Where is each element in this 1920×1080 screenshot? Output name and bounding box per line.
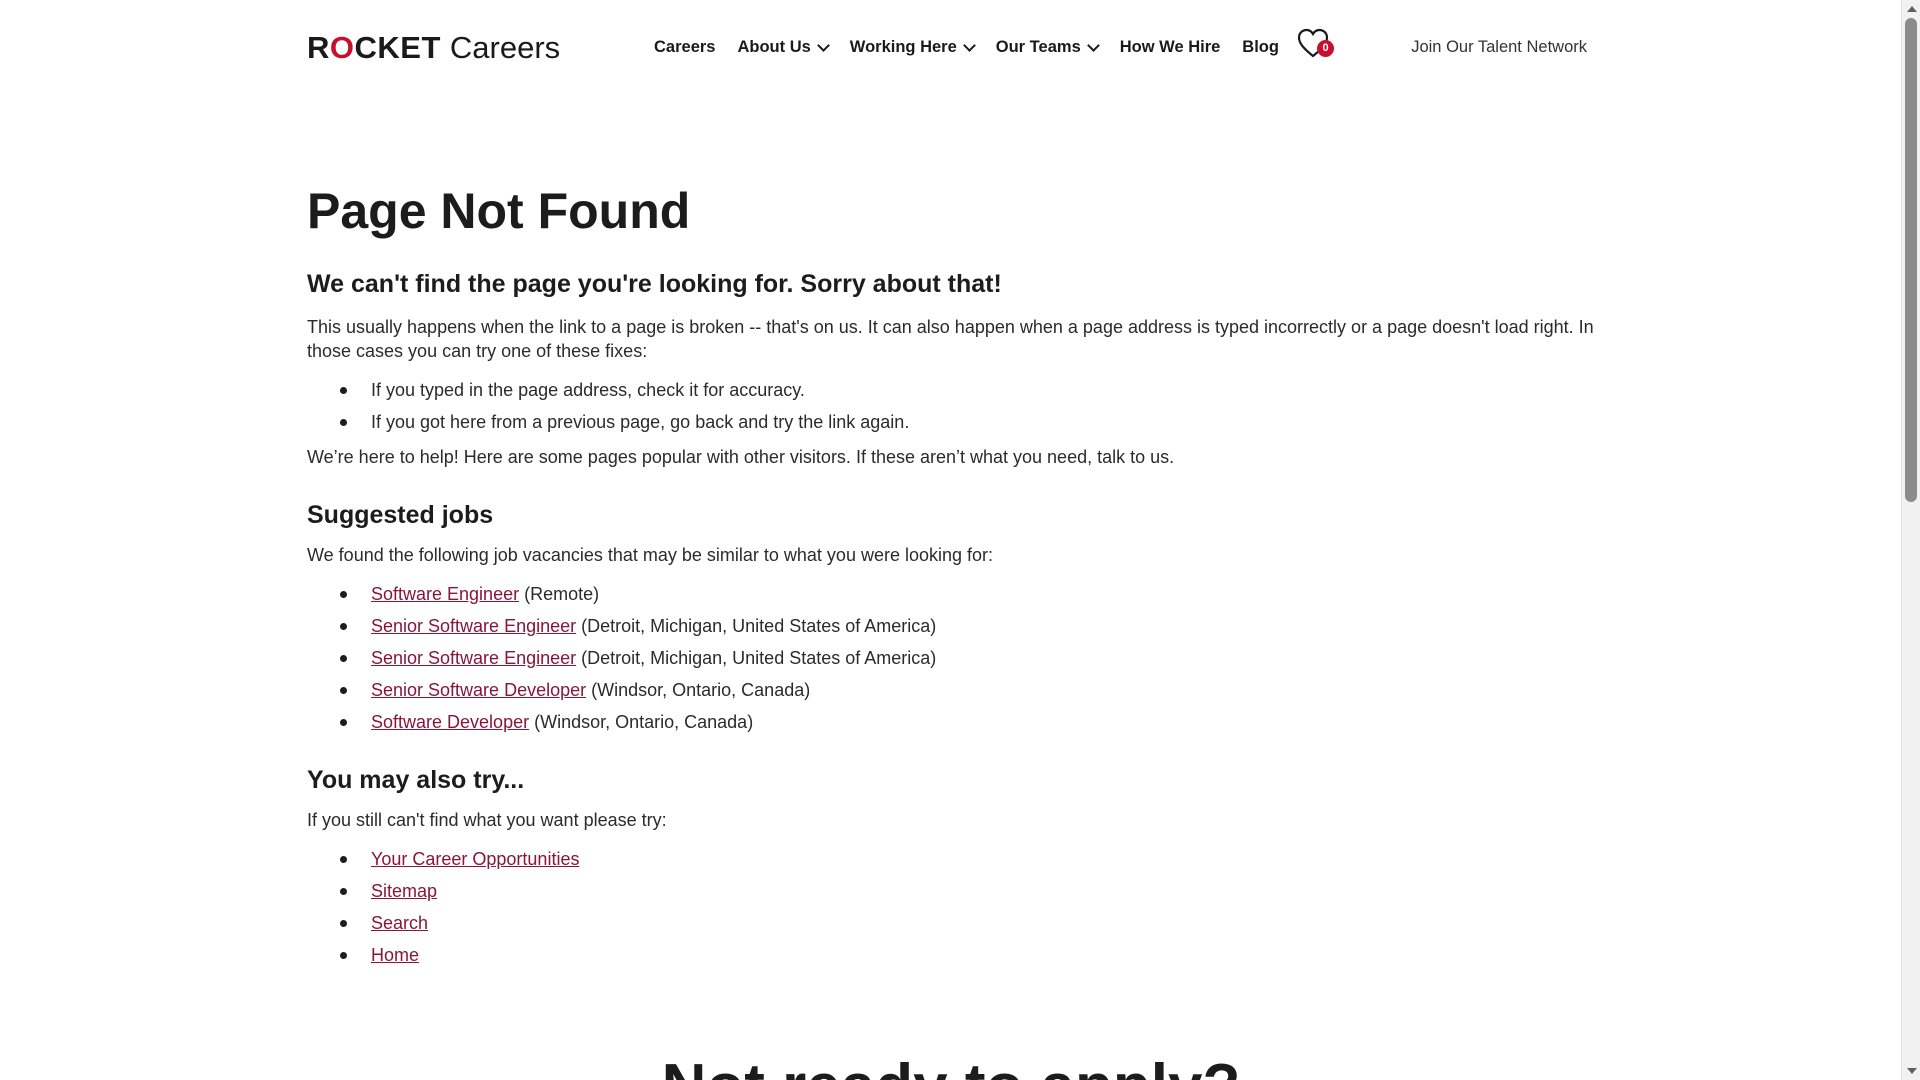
suggested-jobs-lead: We found the following job vacancies tha… <box>307 545 994 565</box>
job-link[interactable]: Software Engineer <box>371 584 519 604</box>
page-subtitle: We can't find the page you're looking fo… <box>307 270 1002 298</box>
join-talent-network-link[interactable]: Join Our Talent Network <box>1411 38 1587 57</box>
nav-careers[interactable]: Careers <box>654 38 715 57</box>
list-item: Sitemap <box>340 879 1597 903</box>
page-title: Page Not Found <box>307 183 691 239</box>
also-try-list: Your Career Opportunities Sitemap Search… <box>307 847 1597 967</box>
suggested-jobs-heading: Suggested jobs <box>307 501 494 529</box>
list-item: Senior Software Engineer (Detroit, Michi… <box>340 646 1597 670</box>
job-location: (Detroit, Michigan, United States of Ame… <box>576 616 937 636</box>
chevron-down-icon <box>816 38 830 52</box>
scrollbar-thumb[interactable] <box>1905 18 1917 502</box>
list-item: Software Developer (Windsor, Ontario, Ca… <box>340 710 1597 734</box>
home-link[interactable]: Home <box>371 945 419 965</box>
job-link[interactable]: Senior Software Engineer <box>371 616 576 636</box>
intro-text: This usually happens when the link to a … <box>307 317 1594 361</box>
nav-how-we-hire[interactable]: How We Hire <box>1120 38 1221 57</box>
job-link[interactable]: Senior Software Developer <box>371 680 586 700</box>
nav-working-here[interactable]: Working Here <box>850 38 976 57</box>
not-ready-heading: Not ready to apply? <box>0 1052 1902 1080</box>
chevron-down-icon <box>1086 38 1100 52</box>
sitemap-link[interactable]: Sitemap <box>371 881 437 901</box>
saved-jobs-count-badge: 0 <box>1317 40 1334 57</box>
also-try-heading: You may also try... <box>307 766 525 794</box>
suggested-jobs-list: Software Engineer (Remote) Senior Softwa… <box>307 582 1597 734</box>
scroll-down-arrow-icon[interactable] <box>1907 1068 1917 1074</box>
list-item: Senior Software Developer (Windsor, Onta… <box>340 678 1597 702</box>
job-location: (Remote) <box>519 584 600 604</box>
page: ROCKET Careers Careers About Us Working … <box>0 0 1902 1080</box>
site-header: ROCKET Careers Careers About Us Working … <box>307 28 1587 68</box>
help-text: We’re here to help! Here are some pages … <box>307 447 1175 467</box>
scroll-up-arrow-icon[interactable] <box>1907 6 1917 12</box>
list-item: If you got here from a previous page, go… <box>340 410 1597 434</box>
job-location: (Windsor, Ontario, Canada) <box>529 712 754 732</box>
list-item: Home <box>340 943 1597 967</box>
job-link[interactable]: Senior Software Engineer <box>371 648 576 668</box>
job-location: (Detroit, Michigan, United States of Ame… <box>576 648 937 668</box>
search-link[interactable]: Search <box>371 913 428 933</box>
list-item: If you typed in the page address, check … <box>340 378 1597 402</box>
job-location: (Windsor, Ontario, Canada) <box>586 680 811 700</box>
fixes-list: If you typed in the page address, check … <box>307 378 1597 434</box>
job-link[interactable]: Software Developer <box>371 712 529 732</box>
career-opportunities-link[interactable]: Your Career Opportunities <box>371 849 579 869</box>
chevron-down-icon <box>962 38 976 52</box>
main-nav: Careers About Us Working Here Our Teams … <box>654 38 1301 57</box>
list-item: Senior Software Engineer (Detroit, Michi… <box>340 614 1597 638</box>
main-content: Page Not Found We can't find the page yo… <box>307 178 1597 975</box>
logo-careers-text: Careers <box>449 30 561 65</box>
list-item: Search <box>340 911 1597 935</box>
nav-blog[interactable]: Blog <box>1242 38 1279 57</box>
also-try-lead: If you still can't find what you want pl… <box>307 810 667 830</box>
rocket-careers-logo[interactable]: ROCKET Careers <box>307 31 560 65</box>
list-item: Software Engineer (Remote) <box>340 582 1597 606</box>
page-scrollbar[interactable] <box>1901 0 1920 1080</box>
list-item: Your Career Opportunities <box>340 847 1597 871</box>
nav-our-teams[interactable]: Our Teams <box>996 38 1100 57</box>
nav-about-us[interactable]: About Us <box>737 38 830 57</box>
saved-jobs-button[interactable]: 0 <box>1297 28 1334 62</box>
logo-wordmark: ROCKET <box>307 30 441 65</box>
